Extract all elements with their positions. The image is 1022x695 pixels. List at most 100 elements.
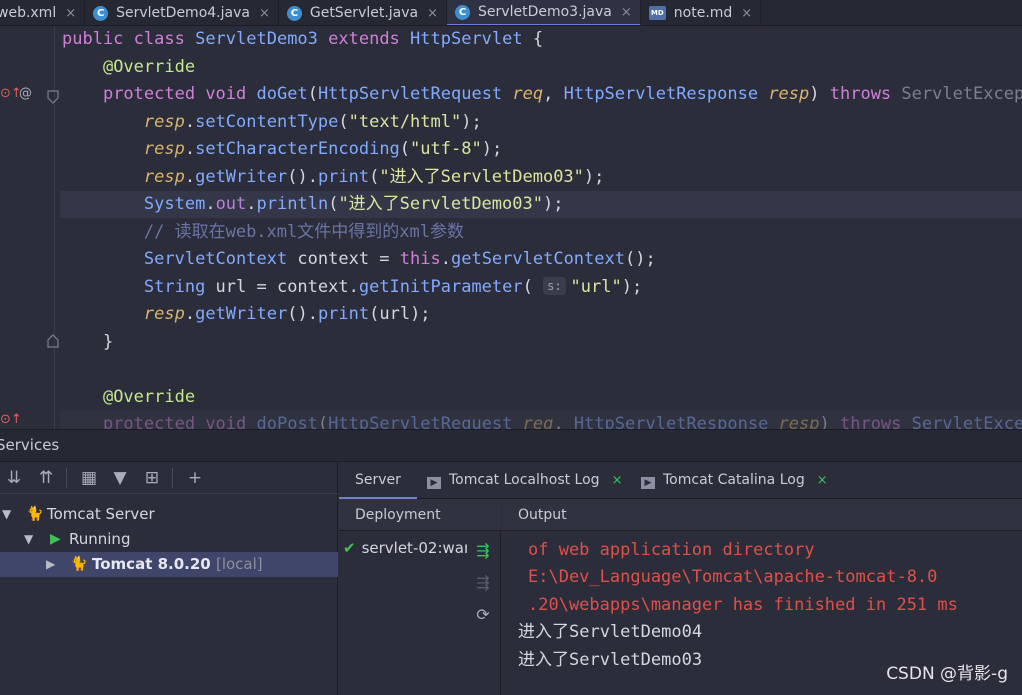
code-line[interactable]: resp.setCharacterEncoding("utf-8");: [62, 136, 502, 163]
code-token: ().: [287, 167, 318, 187]
java-class-icon: C: [286, 5, 302, 21]
tree-item-tomcat-instance[interactable]: ▶ 🐈 Tomcat 8.0.20 [local]: [0, 552, 338, 577]
code-token: class: [133, 29, 196, 49]
tab-tomcat-catalina-log[interactable]: ▶ Tomcat Catalina Log ×: [641, 462, 828, 499]
code-token: .: [205, 194, 216, 214]
code-token: ().: [287, 304, 318, 324]
annotation-marker-icon[interactable]: @: [19, 86, 32, 101]
code-line[interactable]: resp.getWriter().print("进入了ServletDemo03…: [62, 164, 605, 191]
code-line[interactable]: System.out.println("进入了ServletDemo03");: [62, 191, 564, 218]
refresh-icon[interactable]: ⟳: [471, 603, 495, 627]
code-token: .: [184, 139, 196, 159]
close-icon[interactable]: ×: [741, 6, 752, 21]
code-line[interactable]: resp.setContentType("text/html");: [62, 109, 482, 136]
code-token: }: [62, 332, 114, 352]
group-icon[interactable]: ▦: [78, 467, 100, 489]
code-token: void: [205, 414, 257, 429]
tab-label: ServletDemo3.java: [478, 4, 612, 20]
close-icon[interactable]: ×: [65, 6, 76, 21]
deployment-item[interactable]: ✔servlet-02:war exploded: [339, 537, 467, 559]
code-token: getWriter: [195, 304, 288, 324]
code-token: @Override: [102, 57, 196, 77]
code-token: getInitParameter: [358, 277, 523, 297]
code-line[interactable]: protected void doGet(HttpServletRequest …: [62, 81, 1022, 108]
code-line[interactable]: resp.getWriter().print(url);: [62, 301, 431, 328]
tree-item-tomcat-server[interactable]: ▼ 🐈 Tomcat Server: [0, 502, 338, 527]
close-icon[interactable]: ×: [817, 473, 828, 488]
code-line[interactable]: @Override: [62, 54, 195, 81]
code-token: .: [184, 112, 196, 132]
code-token: HttpServletRequest: [328, 414, 523, 429]
filter-icon[interactable]: ▼: [109, 467, 131, 489]
code-token: HttpServletRequest: [317, 84, 513, 104]
new-tab-icon[interactable]: ⊞: [141, 467, 163, 489]
code-token: HttpServletResponse: [573, 414, 779, 429]
chevron-down-icon[interactable]: ▼: [2, 502, 11, 527]
tab-note-md[interactable]: MD note.md ×: [641, 0, 762, 25]
close-icon[interactable]: ×: [259, 6, 270, 21]
code-token: setContentType: [195, 112, 339, 132]
tab-label: ServletDemo4.java: [116, 5, 250, 21]
code-editor[interactable]: ⊙↑ @ ⊙↑ public class ServletDemo3 extend…: [0, 26, 1022, 429]
code-token: .: [246, 194, 257, 214]
fold-end-icon[interactable]: [47, 334, 59, 348]
code-token: ServletContext: [143, 249, 298, 269]
code-line[interactable]: public class ServletDemo3 extends HttpSe…: [62, 26, 543, 53]
log-icon: ▶: [427, 477, 441, 489]
code-token: ();: [624, 249, 656, 269]
tree-item-label: Tomcat 8.0.20 [local]: [92, 555, 263, 573]
code-line[interactable]: }: [62, 329, 113, 356]
close-icon[interactable]: ×: [612, 473, 623, 488]
code-token: extends: [328, 29, 411, 49]
code-token: );: [461, 112, 482, 132]
code-token: throws: [829, 84, 902, 104]
chevron-right-icon[interactable]: ▶: [46, 552, 55, 577]
close-icon[interactable]: ×: [427, 6, 438, 21]
code-token: getWriter: [195, 167, 288, 187]
override-marker-icon[interactable]: ⊙↑: [0, 412, 22, 427]
tab-servletdemo3-java[interactable]: C ServletDemo3.java ×: [447, 0, 641, 25]
code-line[interactable]: // 读取在web.xml文件中得到的xml参数: [62, 219, 464, 246]
code-token: resp: [143, 167, 185, 187]
output-line: of web application directory: [528, 540, 815, 560]
tab-server[interactable]: Server: [339, 462, 417, 499]
tab-getservlet-java[interactable]: C GetServlet.java ×: [279, 0, 448, 25]
code-token: // 读取在web.xml文件中得到的xml参数: [143, 222, 464, 242]
fold-icon[interactable]: [47, 90, 59, 104]
code-token: context =: [297, 249, 400, 269]
code-token: HttpServlet: [410, 29, 523, 49]
deploy-icon[interactable]: ⇶: [471, 539, 495, 563]
chevron-down-icon[interactable]: ▼: [24, 527, 33, 552]
tab-servletdemo4-java[interactable]: C ServletDemo4.java ×: [85, 0, 279, 25]
output-header: Output: [502, 499, 1022, 531]
output-line: 进入了ServletDemo04: [518, 622, 703, 642]
deployment-header: Deployment: [339, 499, 501, 531]
tab-tomcat-localhost-log[interactable]: ▶ Tomcat Localhost Log ×: [427, 462, 622, 499]
code-token: out: [215, 194, 247, 214]
code-token: ,: [543, 84, 564, 104]
services-panel: Services ⇊ ⇈ ▦ ▼ ⊞ + ▼ 🐈 Tomcat Server ▼…: [0, 429, 1022, 695]
code-token: ServletException: [901, 84, 1022, 104]
close-icon[interactable]: ×: [621, 5, 632, 20]
tab-web-xml[interactable]: web.xml ×: [0, 0, 86, 25]
parameter-hint: s:: [543, 277, 566, 295]
code-line[interactable]: protected void doPost(HttpServletRequest…: [62, 411, 1022, 429]
services-tree-pane: ⇊ ⇈ ▦ ▼ ⊞ + ▼ 🐈 Tomcat Server ▼ ▶ Runnin…: [0, 462, 338, 695]
undeploy-icon[interactable]: ⇶: [471, 571, 495, 595]
tree-item-running[interactable]: ▼ ▶ Running: [0, 527, 338, 552]
code-line[interactable]: @Override: [62, 384, 195, 411]
code-line[interactable]: String url = context.getInitParameter( s…: [62, 274, 642, 301]
code-token: (: [369, 167, 380, 187]
add-icon[interactable]: +: [184, 467, 206, 489]
code-line[interactable]: ServletContext context = this.getServlet…: [62, 246, 656, 273]
code-token: resp: [143, 304, 185, 324]
code-token: url = context.: [215, 277, 359, 297]
collapse-all-icon[interactable]: ⇈: [35, 467, 57, 489]
expand-all-icon[interactable]: ⇊: [3, 467, 25, 489]
code-token: println: [256, 194, 329, 214]
